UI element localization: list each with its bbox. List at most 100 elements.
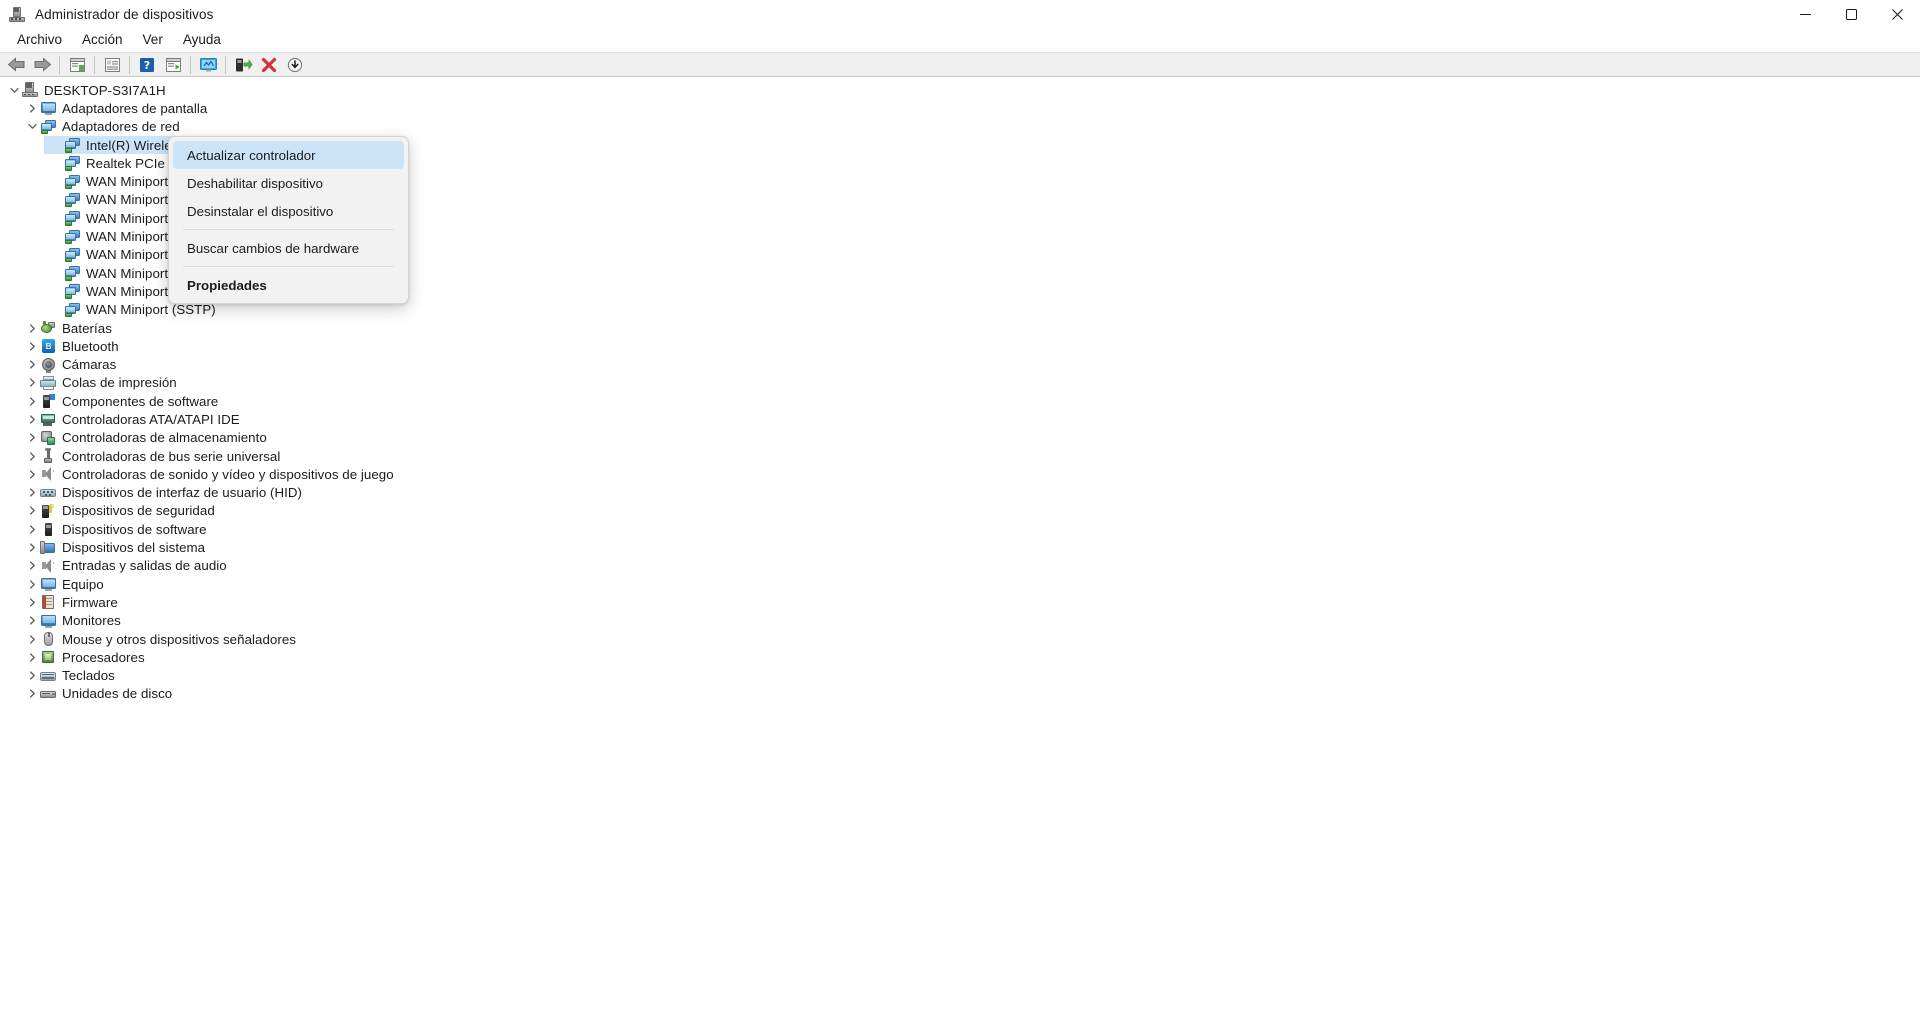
tree-expander[interactable] xyxy=(24,451,40,461)
help-button[interactable]: ? xyxy=(134,53,160,76)
chevron-right-icon[interactable] xyxy=(28,451,37,461)
tree-expander[interactable] xyxy=(24,580,40,589)
view-button[interactable] xyxy=(160,53,186,76)
tree-category-item[interactable]: Procesadores xyxy=(0,648,1920,666)
chevron-right-icon[interactable] xyxy=(28,104,37,113)
tree-expander[interactable] xyxy=(24,378,40,388)
tree-category-item[interactable]: Equipo xyxy=(0,575,1920,593)
tree-expander[interactable] xyxy=(24,506,40,516)
chevron-right-icon[interactable] xyxy=(28,323,37,333)
software-component-icon xyxy=(40,393,57,409)
chevron-right-icon[interactable] xyxy=(28,342,37,351)
tree-category-item[interactable]: Mouse y otros dispositivos señaladores xyxy=(0,630,1920,648)
tree-category-item[interactable]: Controladoras de bus serie universal xyxy=(0,447,1920,465)
tree-category-item[interactable]: Unidades de disco xyxy=(0,685,1920,703)
chevron-right-icon[interactable] xyxy=(28,543,37,552)
tree-expander[interactable] xyxy=(24,415,40,424)
chevron-right-icon[interactable] xyxy=(28,397,37,406)
title-bar[interactable]: Administrador de dispositivos xyxy=(0,0,1920,29)
tree-expander[interactable] xyxy=(24,653,40,662)
tree-expander[interactable] xyxy=(24,104,40,113)
tree-category-item[interactable]: Dispositivos de software xyxy=(0,520,1920,538)
tree-category-item[interactable]: Componentes de software xyxy=(0,392,1920,410)
monitor-icon xyxy=(40,613,57,629)
update-driver-button[interactable] xyxy=(230,53,256,76)
tree-category-item[interactable]: Dispositivos de interfaz de usuario (HID… xyxy=(0,484,1920,502)
tree-expander[interactable] xyxy=(24,598,40,607)
tree-category-item[interactable]: Cámaras xyxy=(0,355,1920,373)
tree-category-item[interactable]: Firmware xyxy=(0,593,1920,611)
context-menu-item[interactable]: Propiedades xyxy=(173,271,404,299)
tree-category-item[interactable]: Adaptadores de red xyxy=(0,118,1920,136)
disable-device-button[interactable] xyxy=(282,53,308,76)
chevron-down-icon[interactable] xyxy=(27,122,37,131)
tree-category-item[interactable]: Dispositivos del sistema xyxy=(0,538,1920,556)
tree-expander[interactable] xyxy=(6,86,22,95)
context-menu-item[interactable]: Buscar cambios de hardware xyxy=(173,234,404,262)
tree-category-item[interactable]: Monitores xyxy=(0,612,1920,630)
chevron-right-icon[interactable] xyxy=(28,488,37,497)
tree-expander[interactable] xyxy=(24,323,40,333)
chevron-right-icon[interactable] xyxy=(28,525,37,534)
tree-item-label: Dispositivos de seguridad xyxy=(62,503,215,519)
maximize-button[interactable] xyxy=(1828,0,1874,29)
tree-category-item[interactable]: Controladoras ATA/ATAPI IDE xyxy=(0,410,1920,428)
tree-category-item[interactable]: Adaptadores de pantalla xyxy=(0,99,1920,117)
chevron-right-icon[interactable] xyxy=(28,616,37,625)
tree-expander[interactable] xyxy=(24,488,40,497)
device-context-menu[interactable]: Actualizar controlador Deshabilitar dispo… xyxy=(168,136,409,304)
tree-expander[interactable] xyxy=(24,616,40,625)
tree-category-item[interactable]: Entradas y salidas de audio xyxy=(0,557,1920,575)
tree-expander[interactable] xyxy=(24,634,40,644)
tree-expander[interactable] xyxy=(24,561,40,570)
tree-item-label: Bluetooth xyxy=(62,338,119,354)
context-menu-item[interactable]: Desinstalar el dispositivo xyxy=(173,197,404,225)
chevron-right-icon[interactable] xyxy=(28,433,37,442)
tree-expander[interactable] xyxy=(24,397,40,406)
tree-category-item[interactable]: Baterías xyxy=(0,319,1920,337)
chevron-right-icon[interactable] xyxy=(28,506,37,516)
menu-accion[interactable]: Acción xyxy=(72,30,133,50)
context-menu-item[interactable]: Deshabilitar dispositivo xyxy=(173,169,404,197)
chevron-right-icon[interactable] xyxy=(28,671,37,680)
chevron-right-icon[interactable] xyxy=(28,634,37,644)
tree-expander[interactable] xyxy=(24,543,40,552)
chevron-right-icon[interactable] xyxy=(28,689,37,699)
tree-expander[interactable] xyxy=(24,342,40,351)
chevron-right-icon[interactable] xyxy=(28,653,37,662)
chevron-right-icon[interactable] xyxy=(28,378,37,388)
chevron-right-icon[interactable] xyxy=(28,360,37,369)
menu-archivo[interactable]: Archivo xyxy=(7,30,72,50)
tree-expander[interactable] xyxy=(24,360,40,369)
chevron-right-icon[interactable] xyxy=(28,470,37,479)
tree-category-item[interactable]: ʙ Bluetooth xyxy=(0,337,1920,355)
chevron-right-icon[interactable] xyxy=(28,561,37,570)
tree-category-item[interactable]: Colas de impresión xyxy=(0,374,1920,392)
menu-ver[interactable]: Ver xyxy=(133,30,173,50)
menu-ayuda[interactable]: Ayuda xyxy=(173,30,231,50)
tree-expander[interactable] xyxy=(24,525,40,534)
tree-expander[interactable] xyxy=(24,689,40,699)
tree-category-item[interactable]: Controladoras de sonido y vídeo y dispos… xyxy=(0,465,1920,483)
chevron-right-icon[interactable] xyxy=(28,580,37,589)
forward-button[interactable] xyxy=(29,53,55,76)
back-button[interactable] xyxy=(3,53,29,76)
context-menu-item[interactable]: Actualizar controlador xyxy=(173,141,404,169)
tree-category-item[interactable]: Teclados xyxy=(0,667,1920,685)
chevron-right-icon[interactable] xyxy=(28,415,37,424)
chevron-down-icon[interactable] xyxy=(9,86,19,95)
minimize-button[interactable] xyxy=(1782,0,1828,29)
scan-hardware-changes-button[interactable] xyxy=(195,53,221,76)
tree-expander[interactable] xyxy=(24,671,40,680)
properties-button[interactable] xyxy=(99,53,125,76)
tree-root-item[interactable]: DESKTOP-S3I7A1H xyxy=(0,81,1920,99)
tree-category-item[interactable]: Dispositivos de seguridad xyxy=(0,502,1920,520)
tree-expander[interactable] xyxy=(24,433,40,442)
tree-expander[interactable] xyxy=(24,122,40,131)
uninstall-device-button[interactable] xyxy=(256,53,282,76)
show-hide-tree-button[interactable] xyxy=(64,53,90,76)
close-button[interactable] xyxy=(1874,0,1920,29)
tree-expander[interactable] xyxy=(24,470,40,479)
chevron-right-icon[interactable] xyxy=(28,598,37,607)
tree-category-item[interactable]: Controladoras de almacenamiento xyxy=(0,429,1920,447)
